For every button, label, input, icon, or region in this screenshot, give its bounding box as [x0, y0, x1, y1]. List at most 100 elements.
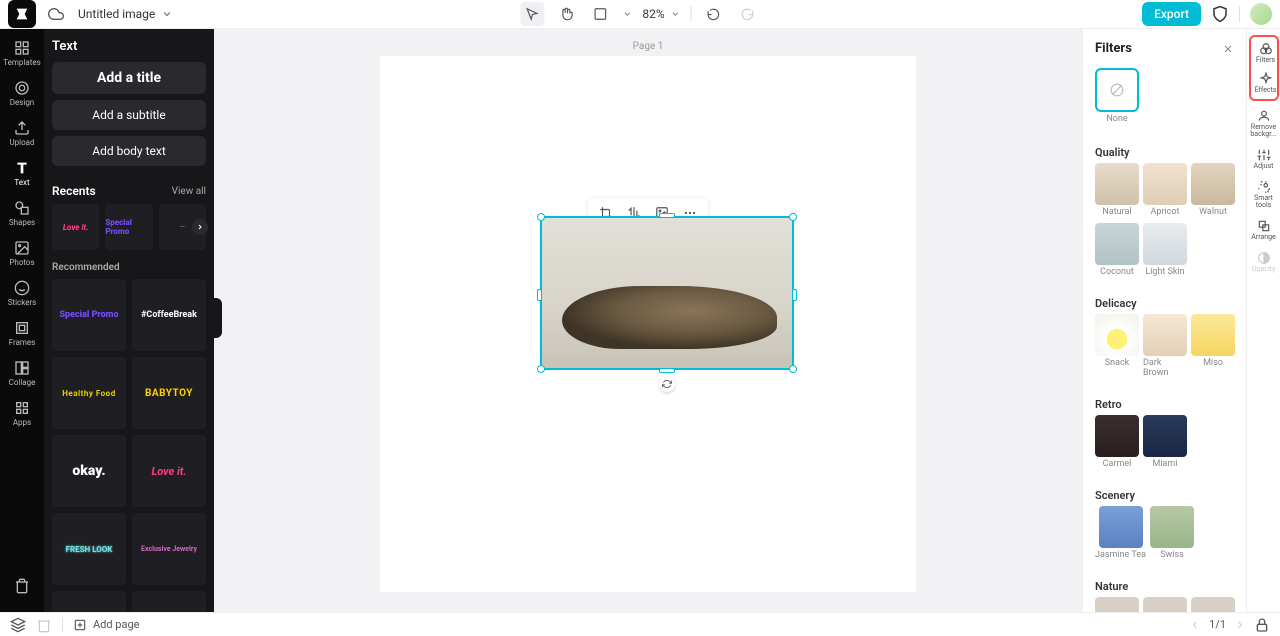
- filter-dark-brown[interactable]: Dark Brown: [1143, 314, 1187, 378]
- nav-upload[interactable]: Upload: [2, 115, 42, 151]
- right-rail: Filters Effects Remove backgr... Adjust …: [1246, 29, 1280, 612]
- text-style[interactable]: okay.: [52, 435, 126, 507]
- filter-nature-2[interactable]: [1143, 597, 1187, 612]
- text-panel: Text Add a title Add a subtitle Add body…: [44, 29, 214, 612]
- filter-light-skin[interactable]: Light Skin: [1143, 223, 1187, 277]
- canvas-area[interactable]: Page 1: [214, 29, 1082, 612]
- nav-rail: Templates Design Upload Text Shapes Phot…: [0, 29, 44, 612]
- cloud-sync-icon[interactable]: [48, 6, 64, 22]
- filter-swiss[interactable]: Swiss: [1150, 506, 1194, 560]
- filter-nature-1[interactable]: [1095, 597, 1139, 612]
- filters-panel: Filters None Quality Natural Apricot Wal…: [1082, 29, 1246, 612]
- text-style[interactable]: BABYTOY: [132, 357, 206, 429]
- add-body-button[interactable]: Add body text: [52, 136, 206, 166]
- recents-label: Recents: [52, 184, 96, 198]
- resize-handle-tl[interactable]: [537, 213, 545, 221]
- delete-page-icon: [36, 617, 52, 633]
- nav-templates[interactable]: Templates: [2, 35, 42, 71]
- filter-none[interactable]: [1095, 68, 1139, 112]
- resize-handle-tr[interactable]: [789, 213, 797, 221]
- export-button[interactable]: Export: [1142, 2, 1201, 26]
- nav-text[interactable]: Text: [2, 155, 42, 191]
- zoom-level[interactable]: 82%: [642, 7, 664, 21]
- rail-filters[interactable]: Filters: [1251, 38, 1280, 68]
- redo-button: [736, 2, 760, 26]
- add-title-button[interactable]: Add a title: [52, 62, 206, 94]
- section-retro: Retro: [1083, 392, 1246, 415]
- text-style[interactable]: Healthy Food: [52, 357, 126, 429]
- user-avatar[interactable]: [1250, 3, 1272, 25]
- text-style[interactable]: Exclusive Jewelry: [132, 513, 206, 585]
- nav-photos[interactable]: Photos: [2, 235, 42, 271]
- resize-handle-tc[interactable]: [659, 213, 675, 218]
- resize-handle-br[interactable]: [789, 365, 797, 373]
- nav-stickers[interactable]: Stickers: [2, 275, 42, 311]
- rail-smart-tools[interactable]: Smart tools: [1249, 176, 1279, 213]
- app-logo[interactable]: [8, 0, 36, 28]
- view-all-link[interactable]: View all: [172, 186, 206, 197]
- select-tool[interactable]: [520, 2, 544, 26]
- resize-tool[interactable]: [588, 2, 612, 26]
- text-style[interactable]: WHAT IF..: [52, 591, 126, 612]
- next-page-icon: [1234, 619, 1246, 631]
- filter-natural[interactable]: Natural: [1095, 163, 1139, 217]
- recent-style[interactable]: Love it.: [52, 204, 99, 250]
- add-subtitle-button[interactable]: Add a subtitle: [52, 100, 206, 130]
- layers-icon[interactable]: [10, 617, 26, 633]
- selected-image[interactable]: [540, 216, 794, 370]
- nav-frames[interactable]: Frames: [2, 315, 42, 351]
- recommended-label: Recommended: [52, 262, 120, 273]
- nav-design[interactable]: Design: [2, 75, 42, 111]
- section-delicacy: Delicacy: [1083, 291, 1246, 314]
- document-title[interactable]: Untitled image: [78, 7, 155, 21]
- text-style[interactable]: Love it.: [132, 435, 206, 507]
- nav-trash[interactable]: [2, 568, 42, 604]
- chevron-down-icon[interactable]: [161, 8, 173, 20]
- page-indicator: 1/1: [1209, 618, 1226, 631]
- rail-arrange[interactable]: Arrange: [1249, 215, 1279, 245]
- text-style[interactable]: BUSINESS AGENCY: [132, 591, 206, 612]
- undo-button[interactable]: [702, 2, 726, 26]
- nav-shapes[interactable]: Shapes: [2, 195, 42, 231]
- text-style[interactable]: FRESH LOOK: [52, 513, 126, 585]
- top-toolbar: Untitled image 82% Export: [0, 0, 1280, 29]
- section-quality: Quality: [1083, 140, 1246, 163]
- panel-title: Text: [52, 39, 206, 54]
- add-page-button[interactable]: Add page: [73, 618, 139, 632]
- page-label: Page 1: [214, 41, 1082, 52]
- filter-coconut[interactable]: Coconut: [1095, 223, 1139, 277]
- resize-handle-bl[interactable]: [537, 365, 545, 373]
- chevron-down-icon[interactable]: [622, 9, 632, 19]
- section-scenery: Scenery: [1083, 483, 1246, 506]
- chevron-down-icon[interactable]: [671, 9, 681, 19]
- nav-apps[interactable]: Apps: [2, 395, 42, 431]
- rail-opacity[interactable]: Opacity: [1249, 247, 1279, 277]
- text-style[interactable]: #CoffeeBreak: [132, 279, 206, 351]
- resize-handle-bc[interactable]: [659, 368, 675, 373]
- filter-miso[interactable]: Miso: [1191, 314, 1235, 378]
- rail-adjust[interactable]: Adjust: [1249, 144, 1279, 174]
- nav-collage[interactable]: Collage: [2, 355, 42, 391]
- rail-effects[interactable]: Effects: [1251, 68, 1280, 98]
- rail-remove-bg[interactable]: Remove backgr...: [1249, 105, 1279, 142]
- filters-title: Filters: [1095, 41, 1132, 56]
- text-style[interactable]: Special Promo: [52, 279, 126, 351]
- filter-nature-3[interactable]: [1191, 597, 1235, 612]
- resize-handle-ml[interactable]: [537, 289, 542, 301]
- filter-walnut[interactable]: Walnut: [1191, 163, 1235, 217]
- filter-carmel[interactable]: Carmel: [1095, 415, 1139, 469]
- resize-handle-mr[interactable]: [792, 289, 797, 301]
- filter-miami[interactable]: Miami: [1143, 415, 1187, 469]
- filter-jasmine-tea[interactable]: Jasmine Tea: [1095, 506, 1146, 560]
- filter-snack[interactable]: Snack: [1095, 314, 1139, 378]
- canvas[interactable]: [380, 56, 916, 592]
- section-nature: Nature: [1083, 574, 1246, 597]
- hand-tool[interactable]: [554, 2, 578, 26]
- recent-style[interactable]: Special Promo: [105, 204, 152, 250]
- shield-icon[interactable]: [1211, 5, 1229, 23]
- lock-icon[interactable]: [1254, 617, 1270, 633]
- rotate-handle[interactable]: [659, 376, 675, 392]
- close-icon[interactable]: [1222, 43, 1234, 55]
- filter-apricot[interactable]: Apricot: [1143, 163, 1187, 217]
- recents-next[interactable]: [192, 219, 208, 235]
